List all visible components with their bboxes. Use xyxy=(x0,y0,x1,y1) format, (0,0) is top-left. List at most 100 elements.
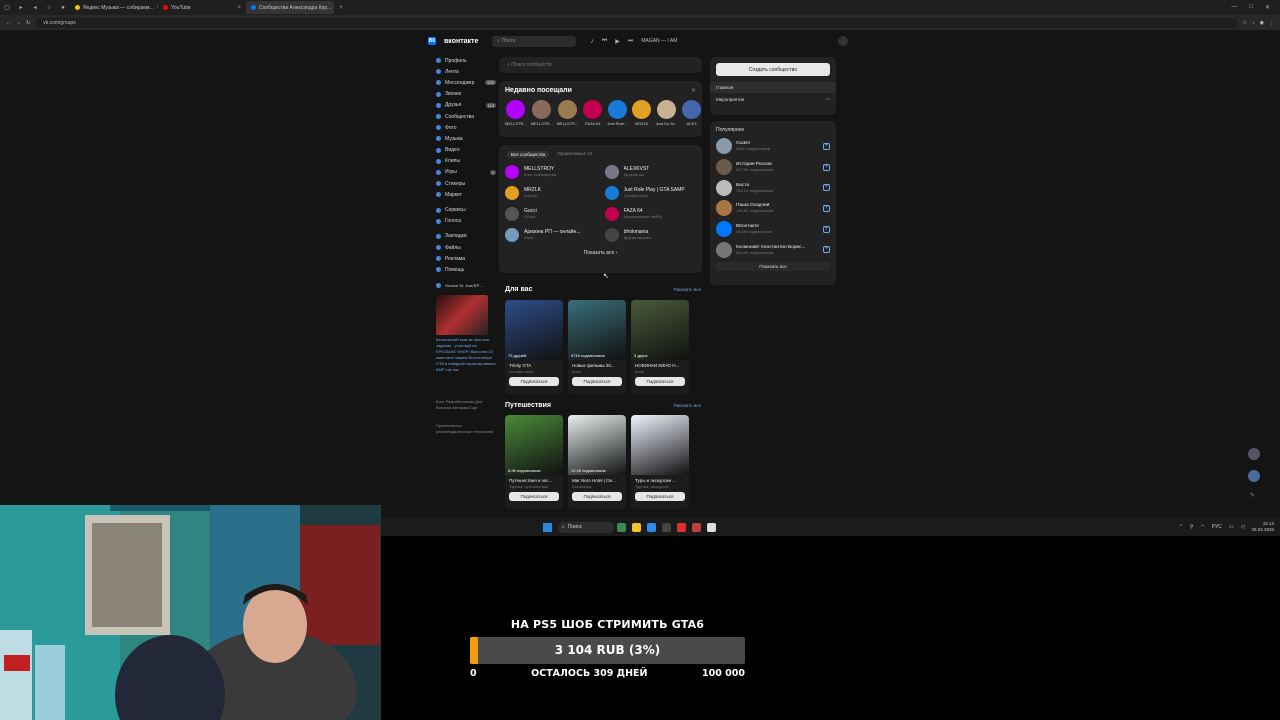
language-indicator[interactable]: РУС xyxy=(1212,524,1222,530)
file-explorer-icon[interactable] xyxy=(632,522,641,532)
subscribe-button[interactable]: Подписаться xyxy=(509,492,559,501)
community-card[interactable]: 971К подписчиков Новые фильмы 20... Кино По… xyxy=(568,300,626,394)
nav-promo-title[interactable]: Groove St. Just RP ... xyxy=(436,280,496,291)
subscribe-button[interactable]: Подписаться xyxy=(572,492,622,501)
wifi-icon[interactable]: ◠ xyxy=(1200,524,1204,530)
nav-item-items-5[interactable]: Сообщества xyxy=(436,111,496,122)
popular-community[interactable]: Космонавт Константин Борис... 544,9K подп… xyxy=(710,239,836,260)
tab-managed[interactable]: Управляемые 12 xyxy=(557,151,592,158)
browser-tab[interactable]: Яндекс Музыка — собираем...× xyxy=(70,1,158,14)
for-you-show-all-link[interactable]: Показать все xyxy=(674,287,701,292)
community-item[interactable]: MELLSTROY Блог сообщества xyxy=(505,164,597,179)
subscribe-plus-icon[interactable]: + xyxy=(823,246,830,254)
app-icon[interactable] xyxy=(707,522,716,532)
nav-item-items3-2[interactable]: Реклама xyxy=(436,253,496,264)
nav-item-items3-0[interactable]: Закладки xyxy=(436,231,496,242)
maximize-icon[interactable]: □ xyxy=(1249,4,1253,11)
community-item[interactable]: ALEXKVST Видеоигры xyxy=(604,164,697,179)
community-card[interactable]: 75 друзей Trinity GTA Онлайн-игры Подписать… xyxy=(505,300,563,394)
player-track-title[interactable]: MAGAN — I AM xyxy=(641,38,677,44)
monitor-icon[interactable]: ▭ xyxy=(1229,524,1234,530)
nav-item-items-10[interactable]: Игры 1 xyxy=(436,167,496,178)
profile-icon[interactable]: ◉ xyxy=(1260,20,1264,26)
nav-item-items-7[interactable]: Музыка xyxy=(436,133,496,144)
floating-avatar[interactable] xyxy=(1248,448,1260,460)
popular-community[interactable]: ВКонтакте 26,6M подписчиков + xyxy=(710,219,836,240)
tab-all-communities[interactable]: Все сообщества xyxy=(507,151,550,158)
community-item[interactable]: FAZA 64 Музыкальный лейбл xyxy=(604,206,697,221)
player-next-icon[interactable]: ⏭ xyxy=(628,38,633,45)
obs-icon[interactable] xyxy=(692,522,701,532)
popular-community[interactable]: Баста 782,1K подписчиков + xyxy=(710,177,836,198)
community-card[interactable]: 8,9К подписчиков Путешествия и экс... Тури… xyxy=(505,415,563,509)
url-field[interactable]: vk.com/groups xyxy=(35,17,1238,28)
promo-banner-image[interactable] xyxy=(436,294,488,335)
app-menu-icon[interactable]: ▢ xyxy=(0,4,14,11)
subscribe-button[interactable]: Подписаться xyxy=(635,492,685,501)
community-card[interactable]: 3 друга НОВИНКИ КИНО Н... Кино Подписаться xyxy=(631,300,689,394)
subscribe-plus-icon[interactable]: + xyxy=(823,184,830,192)
nav-item-items-12[interactable]: Маркет xyxy=(436,189,496,200)
recent-community[interactable]: FAZA 64 xyxy=(582,100,603,126)
header-search-input[interactable]: ⌕ Поиск xyxy=(492,35,577,47)
widgets-icon[interactable] xyxy=(617,522,626,532)
reload-icon[interactable]: ○ xyxy=(42,5,56,11)
taskbar-search[interactable]: ⌕ Поиск xyxy=(558,521,614,533)
community-card[interactable]: Туры и экскурсии ... Туризм, экскурсии Под… xyxy=(631,415,689,509)
right-menu-item-events[interactable]: Мероприятия ▭ xyxy=(710,93,836,105)
nav-item-items2-0[interactable]: Сервисы xyxy=(436,204,496,215)
subscribe-plus-icon[interactable]: + xyxy=(823,142,830,150)
bookmark-star-icon[interactable]: ☆ xyxy=(1243,20,1247,26)
recent-community[interactable]: MELLSTR... xyxy=(557,100,578,126)
recent-community[interactable]: MELLSTR... xyxy=(505,100,527,126)
browser-tab-active[interactable]: Сообщества Александра Кор...× xyxy=(246,1,334,14)
browser-tab[interactable]: YouTube × xyxy=(158,1,246,14)
community-item[interactable]: Аризона РП — онлайн... Игры xyxy=(505,227,597,242)
nav-item-items-2[interactable]: Мессенджер 209 xyxy=(436,77,496,88)
subscribe-plus-icon[interactable]: + xyxy=(823,225,830,233)
nav-item-items3-3[interactable]: Помощь xyxy=(436,264,496,275)
windows-start-icon[interactable] xyxy=(543,522,552,532)
promo-text[interactable]: Бесплатный мож за простые задания - учас… xyxy=(436,337,496,373)
recent-community[interactable]: Ana De Ar... xyxy=(656,100,677,126)
vk-logo-icon[interactable]: ВК xyxy=(428,37,436,45)
steam-icon[interactable] xyxy=(662,522,671,532)
nav-item-items-8[interactable]: Видео xyxy=(436,145,496,156)
notifications-bell-icon[interactable]: ♪ xyxy=(590,38,594,45)
clock[interactable]: 15:12 25.02.2026 xyxy=(1251,521,1274,533)
chrome-icon[interactable] xyxy=(647,522,656,532)
minimize-icon[interactable]: — xyxy=(1231,4,1237,11)
community-item[interactable]: MRZLK Блогер xyxy=(505,185,597,200)
play-icon[interactable]: ▸ xyxy=(14,4,28,11)
app-icon[interactable] xyxy=(677,522,686,532)
refresh-icon[interactable]: ↻ xyxy=(26,20,30,26)
player-prev-icon[interactable]: ⏮ xyxy=(602,38,607,45)
recent-community[interactable]: Just Role... xyxy=(607,100,628,126)
close-tab-icon[interactable]: × xyxy=(237,5,241,11)
nav-item-items-9[interactable]: Клипы xyxy=(436,156,496,167)
edit-icon[interactable]: ✎ xyxy=(1250,492,1255,499)
back-icon[interactable]: ← xyxy=(6,20,11,26)
nav-item-items-11[interactable]: Стикеры xyxy=(436,178,496,189)
footer-links[interactable]: Блог Разработчикам Для бизнеса Авторам Е… xyxy=(436,399,496,411)
community-item[interactable]: bfrokmania Другая музыка xyxy=(604,227,697,242)
subscribe-button[interactable]: Подписаться xyxy=(572,377,622,386)
popular-community[interactable]: Паша Осадчий 148,6K подписчиков + xyxy=(710,198,836,219)
nav-item-items-4[interactable]: Друзья 113 xyxy=(436,100,496,111)
community-item[interactable]: Gucci Обзор xyxy=(505,206,597,221)
close-window-icon[interactable]: ✕ xyxy=(1265,4,1270,11)
nav-item-items-3[interactable]: Звонки xyxy=(436,89,496,100)
travel-show-all-link[interactable]: Показать все xyxy=(674,403,701,408)
subscribe-plus-icon[interactable]: + xyxy=(823,204,830,212)
back-tab-icon[interactable]: ◂ xyxy=(28,4,42,11)
vk-brand-name[interactable]: вконтакте xyxy=(444,38,478,45)
player-play-icon[interactable]: ▶ xyxy=(615,38,620,45)
tray-chevron-icon[interactable]: ⌃ xyxy=(1179,524,1183,530)
forward-icon[interactable]: → xyxy=(16,20,21,26)
subscribe-plus-icon[interactable]: + xyxy=(823,163,830,171)
nav-item-items-6[interactable]: Фото xyxy=(436,122,496,133)
recent-community[interactable]: ALEX xyxy=(681,100,702,126)
volume-icon[interactable]: ◁ xyxy=(1241,524,1245,530)
new-tab-button[interactable]: + xyxy=(334,5,348,11)
close-icon[interactable]: ✕ xyxy=(691,87,696,94)
